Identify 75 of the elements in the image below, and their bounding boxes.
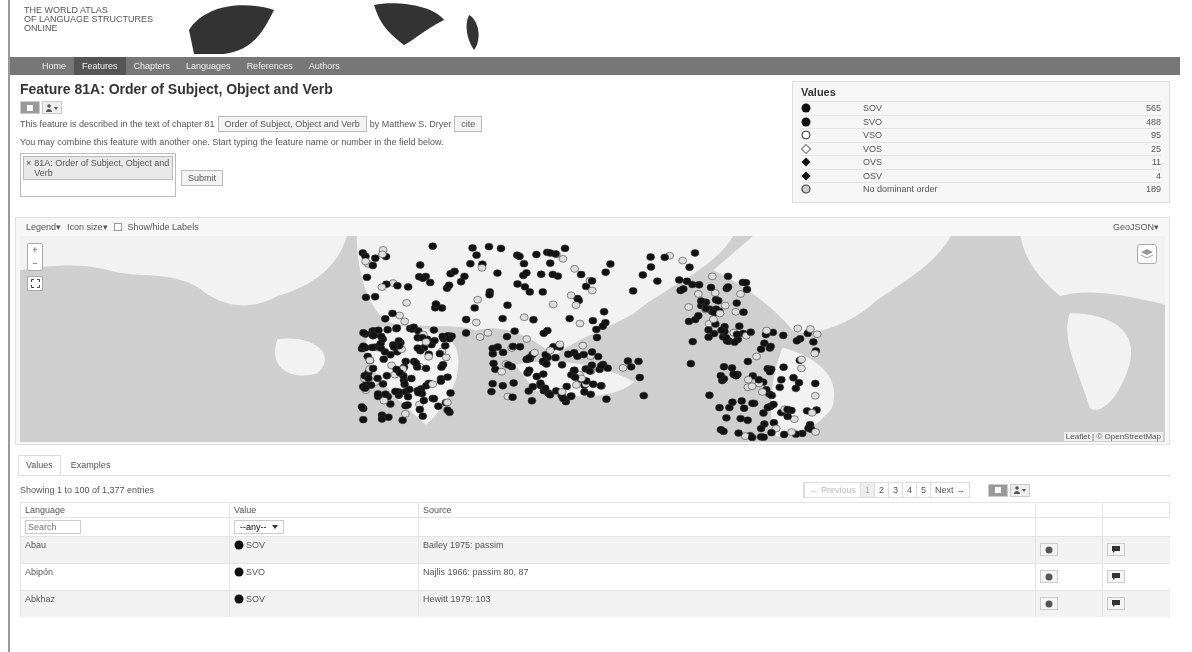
value-label: OVS [863, 157, 883, 168]
globe-button[interactable] [1040, 543, 1058, 556]
value-label: VOS [863, 143, 883, 154]
value-count: 565 [1145, 103, 1161, 114]
person-icon [1014, 486, 1026, 494]
value-label: SVO [863, 116, 883, 127]
layers-icon [1140, 248, 1154, 260]
square-icon [994, 486, 1002, 494]
nav-link[interactable]: Features [74, 57, 126, 75]
value-label: No dominant order [863, 184, 939, 195]
combine-hint: You may combine this feature with another one. Start typing the feature name or number in the field below. [20, 137, 445, 147]
description-text: This feature is described in the text of chapter 81 [20, 119, 215, 129]
cite-button[interactable]: cite [454, 116, 483, 132]
value-cell: SVO [246, 567, 265, 577]
value-filter-dropdown[interactable]: --any-- [234, 520, 284, 534]
value-label: SOV [863, 103, 883, 114]
speech-bubble-icon [1112, 546, 1120, 553]
comment-button[interactable] [1107, 543, 1125, 556]
language-cell: Abkhaz [25, 594, 56, 604]
value-cell: SOV [246, 594, 265, 604]
value-label: OSV [863, 170, 883, 181]
settings-button[interactable] [20, 101, 40, 114]
map-attribution: Leaflet | © OpenStreetMap [1063, 432, 1163, 441]
value-count: 25 [1151, 143, 1161, 154]
legend-dropdown[interactable]: Legend▾ [26, 222, 62, 232]
user-dropdown-button[interactable] [1010, 483, 1030, 497]
person-icon [46, 103, 58, 112]
value-count: 189 [1145, 184, 1161, 195]
layers-button[interactable] [1137, 244, 1157, 264]
remove-token-button[interactable]: × [26, 158, 32, 168]
token-label: 81A: Order of Subject, Object and Verb [34, 158, 170, 178]
value-count: 4 [1156, 170, 1161, 181]
value-cell: SOV [246, 540, 265, 550]
page-title: Feature 81A: Order of Subject, Object and Verb [20, 81, 334, 97]
value-count: 11 [1151, 157, 1161, 168]
site-logo[interactable]: THE WORLD ATLAS OF LANGUAGE STRUCTURES ONLINE [10, 0, 154, 33]
icon-size-dropdown[interactable]: Icon size▾ [67, 222, 108, 232]
source-cell: Hewitt 1979: 103 [423, 594, 491, 604]
feature-select-field[interactable]: × 81A: Order of Subject, Object and Verb [20, 153, 176, 197]
speech-bubble-icon [1112, 573, 1120, 580]
column-header[interactable]: Language [20, 502, 230, 518]
author-text: by Matthew S. Dryer [369, 119, 452, 129]
comment-button[interactable] [1107, 597, 1125, 610]
nav-link[interactable]: Languages [178, 57, 239, 75]
comment-button[interactable] [1107, 570, 1125, 583]
nav-link[interactable]: References [238, 57, 301, 75]
value-label: VSO [863, 130, 883, 141]
language-cell: Abau [25, 540, 47, 550]
source-cell: Najlis 1966: passim 80, 87 [423, 567, 529, 577]
square-icon [26, 103, 34, 112]
tab[interactable]: Examples [62, 455, 119, 475]
value-count: 488 [1145, 116, 1161, 127]
submit-button[interactable]: Submit [181, 170, 223, 186]
nav-link[interactable]: Chapters [125, 57, 179, 75]
tab[interactable]: Values [18, 455, 61, 475]
value-count: 95 [1151, 130, 1161, 141]
panel-title: Values [801, 86, 837, 98]
user-dropdown-button[interactable] [42, 101, 62, 114]
search-field[interactable]: Search [25, 520, 81, 534]
checkbox[interactable] [113, 223, 122, 231]
source-cell: Bailey 1975: passim [423, 540, 504, 550]
globe-button[interactable] [1040, 570, 1058, 583]
entries-info: Showing 1 to 100 of 1,377 entries [20, 485, 155, 495]
fullscreen-button[interactable] [27, 276, 43, 291]
speech-bubble-icon [1112, 600, 1120, 607]
geojson-dropdown[interactable]: GeoJSON▾ [1113, 222, 1159, 232]
chapter-button[interactable]: Order of Subject, Object and Verb [217, 116, 367, 132]
language-cell: Abipón [25, 567, 54, 577]
caret-icon [271, 525, 278, 529]
column-header[interactable]: Value [229, 502, 419, 518]
nav-link[interactable]: Home [34, 57, 74, 75]
checkbox-label: Show/hide Labels [127, 222, 199, 232]
column-header[interactable]: Source [418, 502, 1036, 518]
globe-button[interactable] [1040, 597, 1058, 610]
nav-link[interactable]: Authors [300, 57, 348, 75]
